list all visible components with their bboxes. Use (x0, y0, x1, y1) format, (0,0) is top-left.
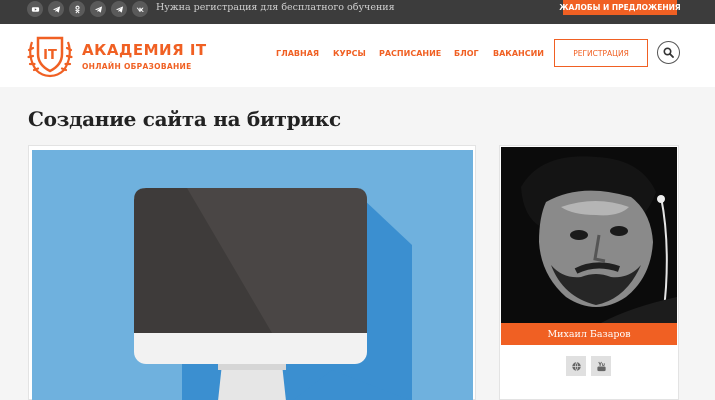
youtube-icon[interactable] (591, 356, 611, 376)
logo-emblem-icon[interactable]: IT (24, 32, 76, 78)
nav-item-blog[interactable]: БЛОГ (454, 49, 479, 58)
author-card: Михаил Базаров (499, 145, 679, 400)
register-button[interactable]: РЕГИСТРАЦИЯ (554, 39, 648, 67)
logo-title[interactable]: АКАДЕМИЯ IT (82, 41, 207, 59)
telegram-icon[interactable] (48, 1, 64, 17)
nav-item-schedule[interactable]: РАСПИСАНИЕ (379, 49, 441, 58)
top-bar: Нужна регистрация для бесплатного обучен… (0, 0, 715, 24)
complaints-button[interactable]: ЖАЛОБЫ И ПРЕДЛОЖЕНИЯ (559, 0, 681, 15)
author-photo (501, 147, 677, 323)
search-button[interactable] (657, 41, 680, 64)
odnoklassniki-icon[interactable] (69, 1, 85, 17)
nav-item-courses[interactable]: КУРСЫ (333, 49, 366, 58)
monitor-illustration (32, 150, 473, 400)
site-header: IT АКАДЕМИЯ IT ОНЛАЙН ОБРАЗОВАНИЕ ГЛАВНА… (0, 24, 715, 87)
youtube-icon[interactable] (27, 1, 43, 17)
vk-icon[interactable] (132, 1, 148, 17)
telegram-icon[interactable] (111, 1, 127, 17)
logo-mark-text: IT (43, 48, 57, 63)
search-icon (663, 47, 674, 58)
telegram-icon[interactable] (90, 1, 106, 17)
page-title: Создание сайта на битрикс (28, 107, 341, 131)
nav-item-vacancies[interactable]: ВАКАНСИИ (493, 49, 544, 58)
logo-subtitle: ОНЛАЙН ОБРАЗОВАНИЕ (82, 62, 192, 71)
author-name: Михаил Базаров (501, 323, 677, 345)
registration-note: Нужна регистрация для бесплатного обучен… (156, 2, 395, 13)
globe-icon[interactable] (566, 356, 586, 376)
post-image-card (28, 145, 476, 400)
nav-item-home[interactable]: ГЛАВНАЯ (276, 49, 319, 58)
